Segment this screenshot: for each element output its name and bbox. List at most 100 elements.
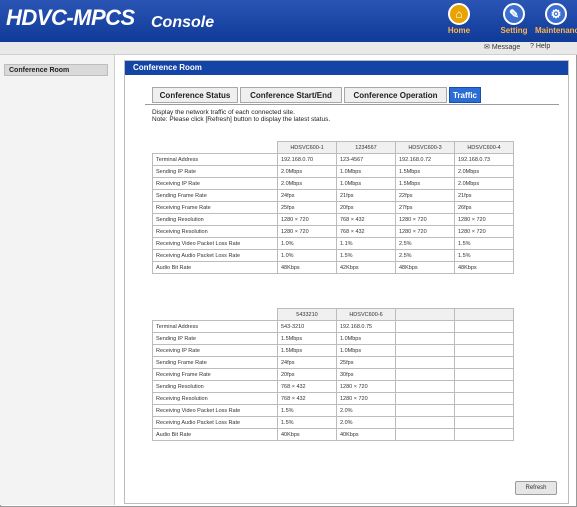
note-line-1: Display the network traffic of each conn… (152, 109, 295, 116)
sidebar-item-conference-room[interactable]: Conference Room (4, 64, 108, 76)
table-cell: 1.5% (336, 249, 396, 262)
table-cell: 1.0% (277, 237, 337, 250)
column-header (395, 308, 455, 321)
traffic-table-1: HDSVC600-1 1234567 HDSVC600-3 HDSVC600-4… (152, 141, 514, 274)
table-cell: 768 × 432 (277, 380, 337, 393)
traffic-table-2: 5433210 HDSVC600-6 Terminal Address 543-3… (152, 308, 514, 441)
maintenance-button[interactable]: ⚙ Maintenance (535, 1, 577, 41)
help-link[interactable]: ? Help (530, 43, 550, 50)
table-cell: 1.5Mbps (277, 344, 337, 357)
table-cell: 21fps (454, 189, 514, 202)
table-cell: 192.168.0.73 (454, 153, 514, 166)
table-cell: 21fps (336, 189, 396, 202)
table-cell (395, 392, 455, 405)
column-header (454, 308, 514, 321)
setting-label: Setting (500, 26, 528, 35)
table-cell (454, 416, 514, 429)
table-cell: 24fps (277, 356, 337, 369)
table-cell: 1.0% (277, 249, 337, 262)
tab-conference-status[interactable]: Conference Status (152, 87, 238, 103)
table-row: Audio Bit Rate 48Kbps 42Kbps 48Kbps 48Kbps (152, 261, 514, 274)
corner-cell (152, 308, 278, 321)
table-cell (454, 392, 514, 405)
table-cell: 20fps (277, 368, 337, 381)
table-row: Sending IP Rate 1.5Mbps 1.0Mbps (152, 332, 514, 345)
table-header-row: HDSVC600-1 1234567 HDSVC600-3 HDSVC600-4 (152, 141, 514, 154)
table-cell (454, 356, 514, 369)
table-row: Sending Frame Rate 24fps 25fps (152, 356, 514, 369)
table-cell: 2.0Mbps (454, 165, 514, 178)
table-cell: 1.5Mbps (277, 332, 337, 345)
table-cell: 1.5% (277, 416, 337, 429)
row-label: Receiving Video Packet Loss Rate (152, 237, 278, 250)
row-label: Receiving Resolution (152, 392, 278, 405)
table-cell: 1280 × 720 (454, 225, 514, 238)
table-cell (454, 428, 514, 441)
home-button[interactable]: ⌂ Home (441, 1, 477, 41)
table-cell (454, 332, 514, 345)
row-label: Receiving IP Rate (152, 344, 278, 357)
table-cell: 2.0Mbps (277, 177, 337, 190)
table-cell: 768 × 432 (336, 213, 396, 226)
message-link[interactable]: ✉ Message (484, 43, 520, 51)
row-label: Sending Frame Rate (152, 189, 278, 202)
table-cell: 48Kbps (277, 261, 337, 274)
message-icon: ✉ (484, 44, 492, 51)
table-cell (395, 320, 455, 333)
column-header: HDSVC600-3 (395, 141, 455, 154)
table-row: Sending Resolution 768 × 432 1280 × 720 (152, 380, 514, 393)
table-cell: 1.1% (336, 237, 396, 250)
setting-button[interactable]: ✎ Setting (496, 1, 532, 41)
column-header: HDSVC600-1 (277, 141, 337, 154)
table-cell: 543-3210 (277, 320, 337, 333)
table-row: Receiving Video Packet Loss Rate 1.0% 1.1%… (152, 237, 514, 250)
table-cell: 2.0% (336, 404, 396, 417)
row-label: Receiving Resolution (152, 225, 278, 238)
table-cell: 1.0Mbps (336, 177, 396, 190)
main-panel: Conference Room Conference Status Confer… (124, 60, 569, 504)
table-row: Audio Bit Rate 40Kbps 40Kbps (152, 428, 514, 441)
refresh-button[interactable]: Refresh (515, 481, 557, 495)
row-label: Terminal Address (152, 153, 278, 166)
row-label: Sending Resolution (152, 380, 278, 393)
row-label: Terminal Address (152, 320, 278, 333)
table-cell: 20fps (336, 201, 396, 214)
row-label: Audio Bit Rate (152, 428, 278, 441)
column-header: 1234567 (336, 141, 396, 154)
sidebar: Conference Room (0, 55, 115, 505)
table-cell: 48Kbps (395, 261, 455, 274)
table-cell: 1.5% (277, 404, 337, 417)
table-row: Receiving Frame Rate 25fps 20fps 27fps 26fps (152, 201, 514, 214)
tab-conference-start-end[interactable]: Conference Start/End (240, 87, 342, 103)
table-cell: 42Kbps (336, 261, 396, 274)
table-row: Receiving Frame Rate 20fps 30fps (152, 368, 514, 381)
table-cell: 192.168.0.75 (336, 320, 396, 333)
table-cell: 2.0% (336, 416, 396, 429)
table-cell: 1280 × 720 (336, 392, 396, 405)
column-header: HDSVC600-6 (336, 308, 396, 321)
home-label: Home (447, 26, 471, 35)
table-cell (395, 332, 455, 345)
table-cell: 1.0Mbps (336, 344, 396, 357)
tab-conference-operation[interactable]: Conference Operation (344, 87, 447, 103)
setting-icon: ✎ (503, 3, 525, 25)
table-cell (395, 404, 455, 417)
tab-traffic[interactable]: Traffic (449, 87, 481, 103)
table-cell: 40Kbps (277, 428, 337, 441)
table-cell: 192.168.0.70 (277, 153, 337, 166)
table-cell (395, 416, 455, 429)
table-row: Sending Frame Rate 24fps 21fps 22fps 21fps (152, 189, 514, 202)
page-title: Conference Room (125, 61, 568, 75)
table-row: Receiving IP Rate 2.0Mbps 1.0Mbps 1.5Mbps 2.… (152, 177, 514, 190)
row-label: Receiving Frame Rate (152, 368, 278, 381)
row-label: Receiving Audio Packet Loss Rate (152, 249, 278, 262)
table-cell: 26fps (454, 201, 514, 214)
table-cell: 1.5Mbps (395, 177, 455, 190)
table-row: Sending Resolution 1280 × 720 768 × 432 128… (152, 213, 514, 226)
table-cell (454, 344, 514, 357)
row-label: Receiving Frame Rate (152, 201, 278, 214)
table-row: Receiving Resolution 1280 × 720 768 × 432 1… (152, 225, 514, 238)
table-row: Receiving Video Packet Loss Rate 1.5% 2.0% (152, 404, 514, 417)
table-row: Receiving Resolution 768 × 432 1280 × 720 (152, 392, 514, 405)
table-row: Terminal Address 543-3210 192.168.0.75 (152, 320, 514, 333)
